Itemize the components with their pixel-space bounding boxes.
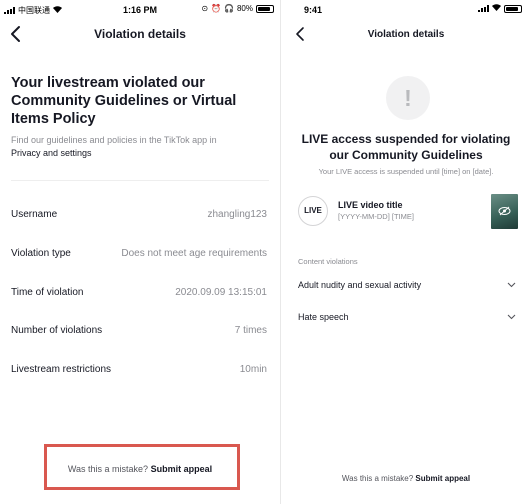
info-row-count: Number of violations 7 times	[11, 324, 267, 336]
status-bar: 9:41	[284, 0, 528, 20]
guidelines-note: Find our guidelines and policies in the …	[11, 134, 266, 160]
privacy-settings-link[interactable]: Privacy and settings	[11, 148, 92, 158]
status-time: 9:41	[304, 5, 323, 15]
video-thumbnail[interactable]	[491, 194, 518, 229]
battery-icon	[256, 4, 274, 13]
violation-headline: Your livestream violated our Community G…	[11, 75, 237, 127]
submit-appeal-link[interactable]: Submit appeal	[151, 464, 213, 474]
left-screen: 中国联通 1:16 PM ⊙ ⏰ 🎧 80% Violation details…	[0, 0, 281, 504]
appeal-question: Was this a mistake?	[341, 474, 414, 483]
battery-percent: 80%	[236, 4, 253, 13]
eye-slash-icon	[498, 206, 511, 216]
violation-item-nudity[interactable]: Adult nudity and sexual activity	[298, 278, 516, 292]
battery-icon	[504, 4, 522, 13]
live-video-title: LIVE video title	[338, 200, 403, 210]
right-screen: 9:41 Violation details ! LIVE access sus…	[284, 0, 528, 504]
chevron-down-icon	[507, 282, 516, 288]
appeal-question: Was this a mistake?	[67, 464, 149, 474]
page-title: Violation details	[367, 29, 445, 40]
warning-badge: !	[386, 76, 430, 120]
divider	[11, 180, 269, 181]
suspension-subtext: Your LIVE access is suspended until [tim…	[318, 167, 494, 176]
info-row-username: Username zhangling123	[11, 208, 267, 220]
info-row-time: Time of violation 2020.09.09 13:15:01	[11, 286, 267, 298]
appeal-prompt: Was this a mistake? Submit appeal	[0, 464, 280, 474]
alarm-icon: ⏰	[211, 3, 222, 13]
wifi-icon	[492, 4, 501, 13]
chevron-down-icon	[507, 314, 516, 320]
headphones-icon: 🎧	[224, 3, 234, 13]
appeal-prompt: Was this a mistake? Submit appeal	[284, 474, 528, 483]
lock-rotation-icon: ⊙	[201, 3, 209, 13]
guidelines-note-text: Find our guidelines and policies in the …	[11, 135, 217, 145]
live-badge: LIVE	[298, 196, 328, 226]
status-bar: 中国联通 1:16 PM ⊙ ⏰ 🎧 80%	[0, 0, 280, 20]
info-row-violation-type: Violation type Does not meet age require…	[11, 247, 267, 259]
live-video-date: [YYYY-MM-DD] [TIME]	[338, 212, 414, 221]
submit-appeal-link[interactable]: Submit appeal	[415, 474, 470, 483]
nav-bar: Violation details	[0, 20, 280, 48]
content-violations-label: Content violations	[298, 257, 358, 266]
nav-bar: Violation details	[284, 20, 528, 48]
suspension-headline: LIVE access suspended for violating our …	[301, 132, 511, 162]
page-title: Violation details	[94, 27, 186, 41]
signal-icon	[478, 5, 489, 12]
violation-item-hate-speech[interactable]: Hate speech	[298, 310, 516, 324]
exclamation-icon: !	[404, 85, 412, 111]
info-row-restrictions: Livestream restrictions 10min	[11, 363, 267, 375]
